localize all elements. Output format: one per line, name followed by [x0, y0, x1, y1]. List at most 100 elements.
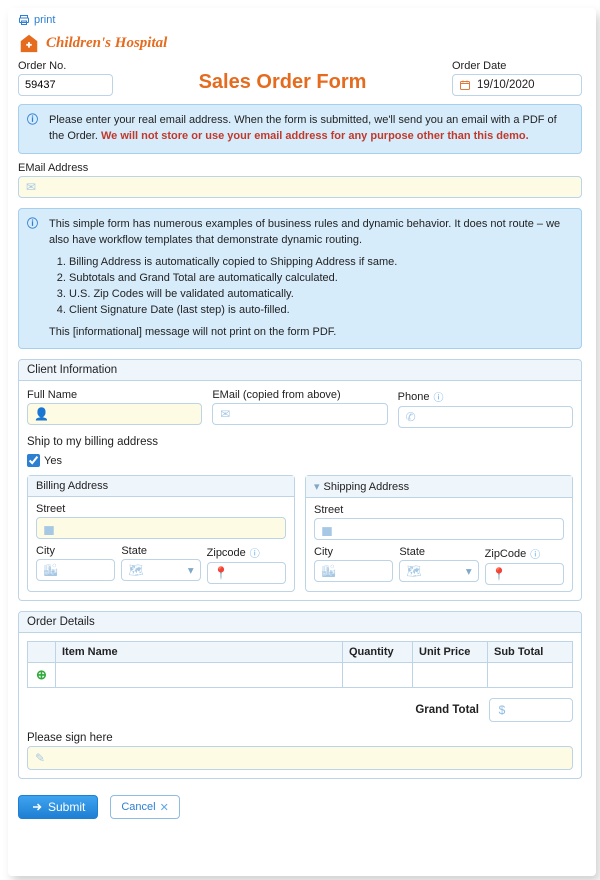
client-info-section: Client Information Full Name 👤 EMail (co… [18, 359, 582, 601]
state-label: State [121, 545, 200, 557]
shipping-street-input[interactable]: ▅ [314, 518, 564, 540]
shipping-city-input[interactable]: 🏙 [314, 560, 393, 582]
billing-state-select[interactable]: 🗺▾ [121, 559, 200, 581]
rule-item: Client Signature Date (last step) is aut… [69, 303, 571, 319]
phone-label: Phone [398, 391, 430, 403]
col-qty: Quantity [343, 642, 413, 663]
help-icon[interactable]: ⓘ [433, 389, 443, 404]
client-info-header: Client Information [19, 360, 581, 381]
brand-logo: Children's Hospital [18, 32, 582, 54]
building-icon: 🏙 [321, 564, 333, 578]
cell-sub [488, 663, 573, 688]
info-icon: ⓘ [27, 217, 38, 233]
rules-callout: ⓘ This simple form has numerous examples… [18, 208, 582, 350]
cancel-button[interactable]: Cancel ✕ [110, 795, 179, 819]
print-icon [18, 14, 30, 26]
order-date-label: Order Date [452, 60, 582, 72]
email-label: EMail Address [18, 162, 582, 174]
calendar-icon [459, 79, 471, 91]
submit-button[interactable]: Submit [18, 795, 98, 819]
email-notice-callout: ⓘ Please enter your real email address. … [18, 104, 582, 154]
grand-total-value: $ [489, 698, 573, 722]
ship-same-label: Ship to my billing address [27, 436, 573, 448]
cell-item[interactable] [56, 663, 343, 688]
order-details-section: Order Details Item Name Quantity Unit Pr… [18, 611, 582, 779]
arrow-right-icon [31, 801, 43, 813]
shipping-header: Shipping Address [324, 481, 410, 493]
order-items-table: Item Name Quantity Unit Price Sub Total … [27, 641, 573, 688]
person-icon: 👤 [34, 407, 46, 421]
info-icon: ⓘ [27, 113, 38, 129]
rules-intro: This simple form has numerous examples o… [49, 217, 571, 249]
city-label: City [36, 545, 115, 557]
order-details-header: Order Details [19, 612, 581, 633]
brand-name: Children's Hospital [46, 35, 167, 52]
cell-qty[interactable] [343, 663, 413, 688]
map-icon: 🗺 [128, 563, 140, 577]
client-email-label: EMail (copied from above) [212, 389, 387, 401]
hospital-icon [18, 32, 40, 54]
rules-outro: This [informational] message will not pr… [49, 325, 571, 341]
print-label: print [34, 14, 55, 26]
full-name-input[interactable]: 👤 [27, 403, 202, 425]
client-email-input[interactable]: ✉ [212, 403, 387, 425]
chevron-down-icon: ▾ [188, 563, 194, 577]
street-label: Street [36, 503, 286, 515]
signature-input[interactable]: ✎ [27, 746, 573, 770]
sign-label: Please sign here [27, 732, 573, 744]
chevron-down-icon[interactable]: ▾ [314, 480, 320, 493]
billing-address-box: Billing Address Street ▅ City🏙 State🗺▾ Z… [27, 475, 295, 592]
ship-same-checkbox[interactable]: Yes [27, 454, 573, 467]
chevron-down-icon: ▾ [466, 564, 472, 578]
city-label: City [314, 546, 393, 558]
cancel-label: Cancel [121, 801, 155, 813]
grand-total-label: Grand Total [415, 704, 479, 716]
building-icon: 🏙 [43, 563, 55, 577]
col-sub: Sub Total [488, 642, 573, 663]
col-unit: Unit Price [413, 642, 488, 663]
rule-item: Billing Address is automatically copied … [69, 255, 571, 271]
pin-icon: 📍 [214, 566, 226, 580]
page-title: Sales Order Form [123, 71, 442, 96]
rule-item: U.S. Zip Codes will be validated automat… [69, 287, 571, 303]
yes-label: Yes [44, 455, 62, 467]
state-label: State [399, 546, 478, 558]
billing-city-input[interactable]: 🏙 [36, 559, 115, 581]
order-no-label: Order No. [18, 60, 113, 72]
mail-icon: ✉ [25, 180, 37, 194]
order-date-value: 19/10/2020 [477, 79, 535, 91]
map-icon: 🗺 [406, 564, 418, 578]
mail-icon: ✉ [219, 407, 231, 421]
dollar-icon: $ [496, 703, 508, 717]
help-icon[interactable]: ⓘ [530, 546, 540, 561]
add-row-button[interactable]: ⊕ [36, 667, 47, 682]
help-icon[interactable]: ⓘ [250, 545, 260, 560]
submit-label: Submit [48, 800, 85, 814]
shipping-state-select[interactable]: 🗺▾ [399, 560, 478, 582]
close-icon: ✕ [160, 801, 169, 814]
email-input[interactable]: ✉ [18, 176, 582, 198]
pencil-icon: ✎ [34, 751, 46, 765]
street-label: Street [314, 504, 564, 516]
email-notice-warn: We will not store or use your email addr… [101, 130, 529, 142]
table-row: ⊕ [28, 663, 573, 688]
billing-street-input[interactable]: ▅ [36, 517, 286, 539]
road-icon: ▅ [321, 522, 333, 536]
order-date-input[interactable]: 19/10/2020 [452, 74, 582, 96]
zip-label: Zipcode [207, 547, 246, 559]
billing-header: Billing Address [28, 476, 294, 497]
pin-icon: 📍 [492, 567, 504, 581]
print-link[interactable]: print [18, 14, 582, 26]
rule-item: Subtotals and Grand Total are automatica… [69, 271, 571, 287]
billing-zip-input[interactable]: 📍 [207, 562, 286, 584]
cell-unit[interactable] [413, 663, 488, 688]
order-no-input[interactable] [18, 74, 113, 96]
col-item: Item Name [56, 642, 343, 663]
shipping-zip-input[interactable]: 📍 [485, 563, 564, 585]
phone-icon: ✆ [405, 410, 417, 424]
ship-same-check[interactable] [27, 454, 40, 467]
zip-label: ZipCode [485, 548, 527, 560]
shipping-address-box: ▾Shipping Address Street ▅ City🏙 State🗺▾… [305, 475, 573, 592]
phone-input[interactable]: ✆ [398, 406, 573, 428]
road-icon: ▅ [43, 521, 55, 535]
